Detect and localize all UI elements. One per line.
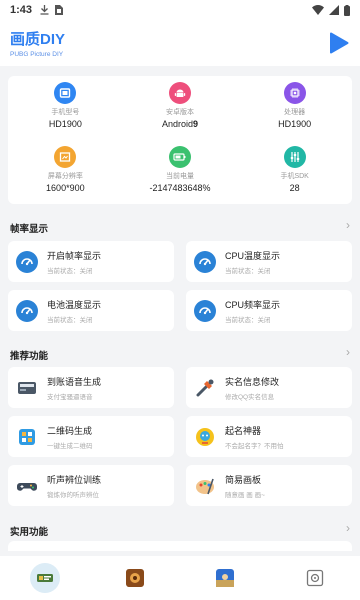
dashboard-icon (16, 250, 38, 273)
info-battery: 当前电量 -2147483648% (123, 146, 238, 210)
info-sdk: 手机SDK 28 (237, 146, 352, 210)
game-a-icon (126, 569, 144, 587)
phone-icon (54, 82, 77, 104)
dashboard-icon (194, 299, 216, 322)
dashboard-icon (16, 299, 38, 322)
feature-qrcode[interactable]: 二维码生成 一键生成二维码 (8, 416, 174, 457)
section-recommend-more-icon[interactable]: › (346, 345, 350, 359)
qrcode-icon (16, 426, 38, 448)
app-bar: 画质DIY PUBG Picture DIY (0, 20, 360, 66)
screen-icon (54, 146, 77, 168)
device-info-card: 手机型号 HD1900 安卓版本 Android9 处理器 HD1900 屏幕分… (8, 76, 352, 204)
fps-card-toggle[interactable]: 开启帧率显示 当前状态：关闭 (8, 241, 174, 282)
section-fps-more-icon[interactable]: › (346, 218, 350, 232)
name-bot-icon (194, 426, 216, 448)
info-android-version: 安卓版本 Android9 (123, 82, 238, 146)
gamepad-icon (16, 475, 38, 497)
fps-card-cpu-freq[interactable]: CPU频率显示 当前状态：关闭 (186, 290, 352, 331)
android-icon (168, 82, 191, 104)
app-subtitle: PUBG Picture DIY (10, 51, 64, 58)
download-icon (40, 5, 49, 15)
nav-home[interactable] (30, 563, 60, 593)
home-logo-icon (30, 563, 60, 593)
section-utility-more-icon[interactable]: › (346, 521, 350, 535)
signal-icon (329, 5, 339, 15)
play-button[interactable] (328, 32, 350, 54)
utility-card-partial (8, 541, 352, 551)
feature-drawing-board[interactable]: 简易画板 随意画 画 画~ (186, 465, 352, 506)
info-phone-model: 手机型号 HD1900 (8, 82, 123, 146)
battery-status-icon (344, 4, 350, 16)
cpu-icon (283, 82, 306, 104)
edit-tool-icon (194, 377, 216, 399)
feature-realname-edit[interactable]: 实名信息修改 修改QQ实名信息 (186, 367, 352, 408)
section-title-recommend: 推荐功能 (10, 351, 49, 362)
play-icon (330, 32, 349, 54)
status-time: 1:43 (10, 4, 33, 16)
feature-sound-training[interactable]: 听声辨位训练 锻炼你的听声辨位 (8, 465, 174, 506)
section-title-fps: 帧率显示 (10, 224, 49, 235)
feature-voice-generator[interactable]: 到账语音生成 支付宝骚逼语音 (8, 367, 174, 408)
nav-game-a[interactable] (120, 563, 150, 593)
drawing-board-icon (194, 475, 216, 497)
nav-settings[interactable] (300, 563, 330, 593)
section-title-utility: 实用功能 (10, 527, 49, 538)
sim-card-icon (55, 5, 64, 15)
settings-icon (306, 569, 324, 587)
wifi-icon (312, 5, 324, 15)
sliders-icon (283, 146, 306, 168)
fps-card-battery-temp[interactable]: 电池温度显示 当前状态：关闭 (8, 290, 174, 331)
dashboard-icon (194, 250, 216, 273)
fps-card-cpu-temp[interactable]: CPU温度显示 当前状态：关闭 (186, 241, 352, 282)
feature-name-generator[interactable]: 起名神器 不会起名字？不用怕 (186, 416, 352, 457)
nav-game-b[interactable] (210, 563, 240, 593)
info-resolution: 屏幕分辨率 1600*900 (8, 146, 123, 210)
bottom-nav (0, 556, 360, 600)
app-title: 画质DIY (10, 31, 66, 48)
status-bar: 1:43 (0, 0, 360, 20)
voice-card-icon (16, 377, 38, 399)
game-b-icon (216, 569, 234, 587)
battery-icon (168, 146, 191, 168)
info-processor: 处理器 HD1900 (237, 82, 352, 146)
